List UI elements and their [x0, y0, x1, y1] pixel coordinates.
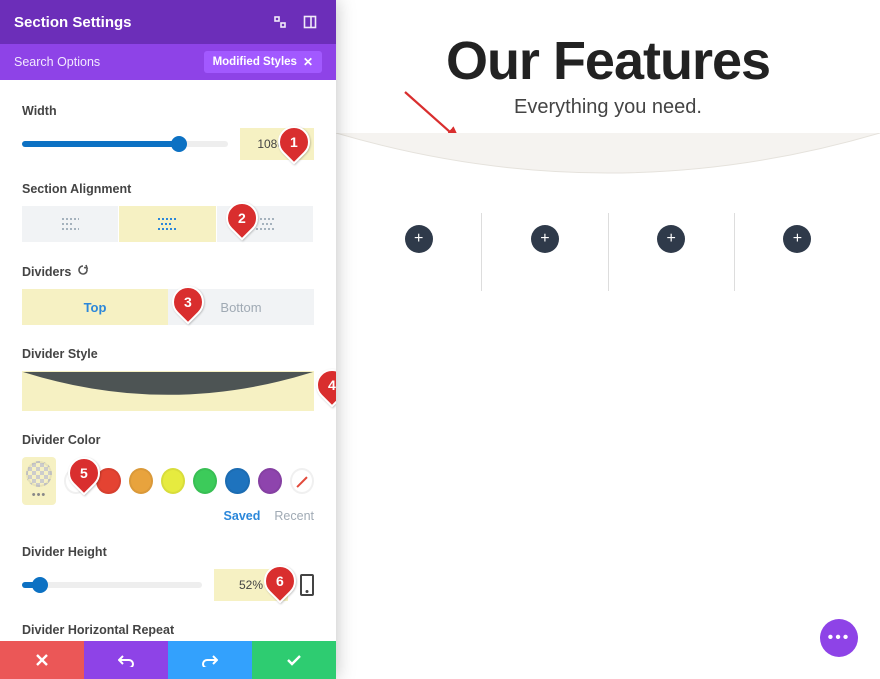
divider-height-label: Divider Height [22, 545, 314, 559]
panel-header: Section Settings [0, 0, 336, 44]
column: + [482, 211, 608, 291]
swatch-blue[interactable] [225, 468, 249, 494]
add-module-button[interactable]: + [657, 225, 685, 253]
divider-style-select[interactable] [22, 371, 314, 411]
width-label: Width [22, 104, 314, 118]
section-divider-preview [336, 133, 880, 213]
setting-divider-color: Divider Color ••• Saved [22, 433, 314, 523]
columns-row: + + + + [356, 211, 860, 291]
column: + [609, 211, 735, 291]
setting-dividers: Dividers Top Bottom 3 [22, 264, 314, 325]
panel-body: Width 1080px 1 Section Alignment [0, 80, 336, 641]
fullscreen-icon[interactable] [268, 10, 292, 34]
pill-label: Modified Styles [213, 56, 297, 68]
divider-color-label: Divider Color [22, 433, 314, 447]
swatch-transparent-wrap: ••• [22, 457, 56, 505]
panel-subheader: Search Options Modified Styles ✕ [0, 44, 336, 80]
swatch-red[interactable] [96, 468, 120, 494]
save-button[interactable] [252, 641, 336, 679]
dock-icon[interactable] [298, 10, 322, 34]
setting-divider-style: Divider Style 4 [22, 347, 314, 411]
settings-panel: Section Settings Search Options Modified… [0, 0, 336, 679]
undo-button[interactable] [84, 641, 168, 679]
add-module-button[interactable]: + [783, 225, 811, 253]
alignment-label: Section Alignment [22, 182, 314, 196]
more-dots-icon[interactable]: ••• [32, 489, 47, 501]
width-value[interactable]: 1080px [240, 128, 314, 160]
callout-4: 4 [328, 377, 336, 393]
add-module-button[interactable]: + [531, 225, 559, 253]
color-tab-recent[interactable]: Recent [274, 509, 314, 523]
setting-width: Width 1080px 1 [22, 104, 314, 160]
swatch-white[interactable] [64, 468, 88, 494]
divider-style-label: Divider Style [22, 347, 314, 361]
tab-bottom[interactable]: Bottom [168, 289, 314, 325]
align-right-button[interactable] [217, 206, 314, 242]
add-module-button[interactable]: + [405, 225, 433, 253]
search-options-label[interactable]: Search Options [14, 55, 100, 69]
panel-title: Section Settings [14, 14, 132, 31]
divider-repeat-label: Divider Horizontal Repeat [22, 623, 314, 637]
action-bar [0, 641, 336, 679]
setting-alignment: Section Alignment 2 [22, 182, 314, 242]
page-title: Our Features [336, 30, 880, 92]
swatch-purple[interactable] [258, 468, 282, 494]
setting-divider-height: Divider Height 52% 6 [22, 545, 314, 601]
fab-label: ••• [828, 629, 851, 647]
column: + [356, 211, 482, 291]
swatch-yellow[interactable] [161, 468, 185, 494]
color-tab-saved[interactable]: Saved [224, 509, 261, 523]
divider-height-value[interactable]: 52% [214, 569, 288, 601]
responsive-icon[interactable] [300, 574, 314, 596]
swatch-orange[interactable] [129, 468, 153, 494]
swatch-none[interactable] [290, 468, 314, 494]
fab-menu-button[interactable]: ••• [820, 619, 858, 657]
reset-icon[interactable] [77, 264, 89, 279]
modified-styles-pill[interactable]: Modified Styles ✕ [204, 51, 322, 73]
divider-height-slider[interactable] [22, 582, 202, 588]
column: + [735, 211, 860, 291]
close-icon[interactable]: ✕ [303, 55, 313, 69]
preview-area: Our Features Everything you need. + + + … [336, 0, 880, 679]
align-left-button[interactable] [22, 206, 119, 242]
swatch-green[interactable] [193, 468, 217, 494]
setting-divider-repeat: Divider Horizontal Repeat 1x [22, 623, 314, 641]
redo-button[interactable] [168, 641, 252, 679]
width-slider[interactable] [22, 141, 228, 147]
cancel-button[interactable] [0, 641, 84, 679]
dividers-label: Dividers [22, 264, 314, 279]
tab-top[interactable]: Top [22, 289, 168, 325]
swatch-transparent[interactable] [26, 461, 52, 487]
align-center-button[interactable] [119, 206, 216, 242]
